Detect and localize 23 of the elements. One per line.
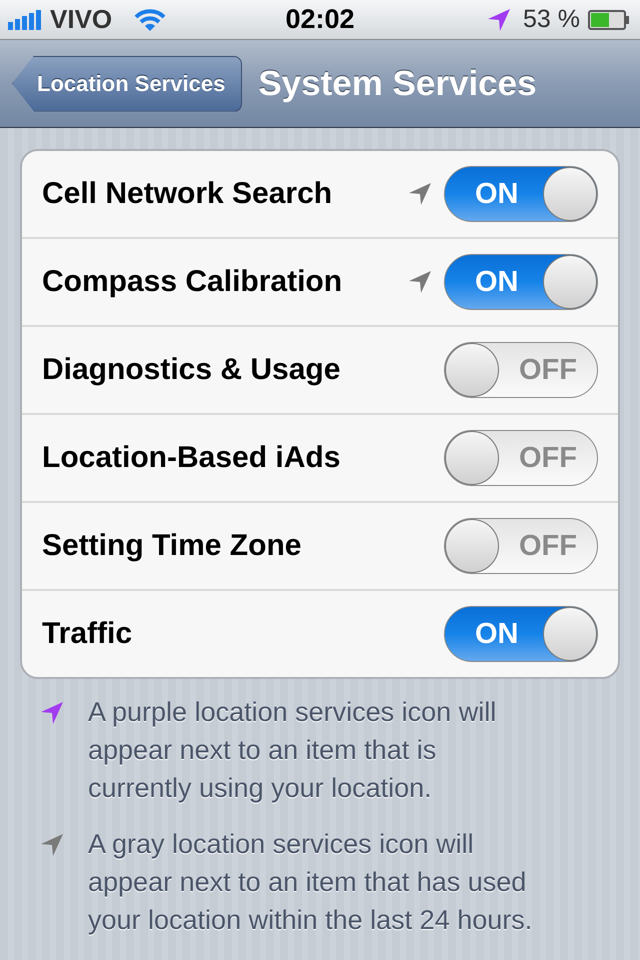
location-arrow-icon [487,8,512,32]
carrier-name: VIVO [50,4,112,35]
toggle-switch[interactable]: ON [444,166,598,222]
battery-percent: 53 % [523,5,580,34]
setting-label: Traffic [42,617,134,651]
toggle-switch[interactable]: ON [444,606,598,662]
footnote-text: A purple location services icon will appear next to an item that is currently using your location. [88,696,498,805]
clock-time: 02:02 [285,4,355,35]
toggle-switch[interactable]: OFF [444,518,598,574]
toggle-switch[interactable]: OFF [444,342,598,398]
wifi-icon [134,8,166,32]
back-button[interactable]: Location Services [12,56,242,112]
signal-icon [8,10,42,30]
page-title: System Services [258,64,537,104]
setting-label: Compass Calibration [42,265,344,299]
setting-label: Cell Network Search [42,177,334,211]
battery-icon [588,10,630,30]
toggle-switch[interactable]: ON [444,254,598,310]
footnote-text: A gray location services icon will appear next to an item that has used your location within the last 24 hours. [88,828,534,937]
toggle-switch[interactable]: OFF [444,430,598,486]
setting-label: Diagnostics & Usage [42,353,342,387]
setting-label: Location-Based iAds [42,441,342,475]
setting-label: Setting Time Zone [42,529,302,563]
